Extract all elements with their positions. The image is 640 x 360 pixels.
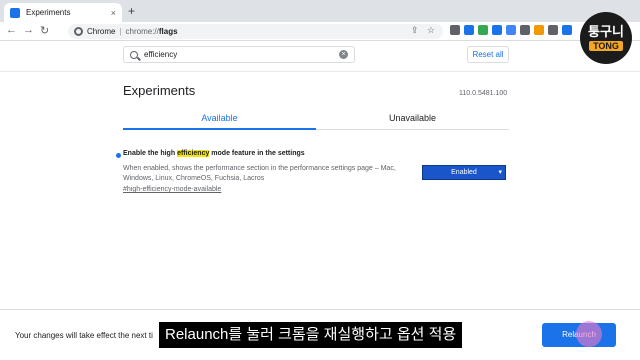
experiment-tabs: Available Unavailable bbox=[123, 108, 509, 130]
version-label: 110.0.5481.100 bbox=[459, 90, 508, 97]
modified-indicator bbox=[116, 153, 121, 158]
header-divider bbox=[0, 71, 640, 72]
experiments-favicon-icon bbox=[10, 7, 20, 18]
extension-icon[interactable] bbox=[450, 25, 460, 35]
extension-icon[interactable] bbox=[464, 25, 474, 35]
active-tab-indicator bbox=[123, 128, 316, 130]
experiment-permalink[interactable]: #high-efficiency-mode-available bbox=[123, 186, 221, 193]
tab-strip: Experiments × + bbox=[0, 0, 640, 22]
back-icon[interactable]: ← bbox=[6, 24, 17, 36]
close-tab-icon[interactable]: × bbox=[111, 8, 116, 18]
browser-tab[interactable]: Experiments × bbox=[4, 3, 122, 22]
experiment-state-select[interactable]: Enabled ▾ bbox=[422, 165, 506, 180]
relaunch-message: Your changes will take effect the next t… bbox=[15, 331, 153, 340]
forward-icon[interactable]: → bbox=[23, 24, 34, 36]
logo-top-text: 퉁구니 bbox=[588, 24, 624, 39]
search-flags-input[interactable]: efficiency × bbox=[123, 46, 355, 63]
tab-available[interactable]: Available bbox=[123, 113, 316, 123]
omnibox-actions: ⇪ ☆ bbox=[411, 25, 435, 36]
clear-search-icon[interactable]: × bbox=[339, 50, 348, 59]
new-tab-button[interactable]: + bbox=[128, 4, 135, 18]
reload-icon[interactable]: ↻ bbox=[40, 24, 49, 37]
star-icon[interactable]: ☆ bbox=[427, 25, 435, 35]
omnibox-origin: Chrome bbox=[87, 27, 116, 36]
extension-icon[interactable] bbox=[548, 25, 558, 35]
select-value: Enabled bbox=[451, 169, 477, 176]
tab-title: Experiments bbox=[26, 8, 71, 17]
logo-bottom-text: TONG bbox=[589, 41, 623, 51]
browser-toolbar: ← → ↻ Chrome | chrome://flags ⇪ ☆ bbox=[0, 22, 640, 41]
extension-icon[interactable] bbox=[492, 25, 502, 35]
experiment-description: When enabled, shows the performance sect… bbox=[123, 165, 396, 182]
video-subtitle: Relaunch를 눌러 크롬을 재실행하고 옵션 적용 bbox=[159, 322, 463, 348]
search-match-highlight: efficiency bbox=[177, 150, 210, 157]
extension-icon[interactable] bbox=[520, 25, 530, 35]
share-icon[interactable]: ⇪ bbox=[411, 25, 419, 35]
tab-unavailable[interactable]: Unavailable bbox=[316, 113, 509, 123]
omnibox-separator: | bbox=[119, 27, 122, 36]
extension-icon[interactable] bbox=[506, 25, 516, 35]
omnibox-url: chrome://flags bbox=[125, 27, 178, 36]
extension-icon[interactable] bbox=[562, 25, 572, 35]
extension-icons bbox=[450, 25, 572, 35]
search-value: efficiency bbox=[144, 50, 178, 59]
search-icon bbox=[130, 50, 138, 59]
experiment-title: Enable the high efficiency mode feature … bbox=[123, 150, 305, 157]
channel-logo: 퉁구니 TONG bbox=[580, 12, 632, 64]
click-highlight-marker bbox=[576, 321, 602, 347]
address-bar[interactable]: Chrome | chrome://flags ⇪ ☆ bbox=[68, 24, 443, 39]
chrome-icon bbox=[74, 27, 83, 36]
extension-icon[interactable] bbox=[534, 25, 544, 35]
page-title: Experiments bbox=[123, 83, 196, 98]
chevron-down-icon: ▾ bbox=[498, 169, 502, 176]
reset-all-button[interactable]: Reset all bbox=[467, 46, 509, 63]
extension-icon[interactable] bbox=[478, 25, 488, 35]
